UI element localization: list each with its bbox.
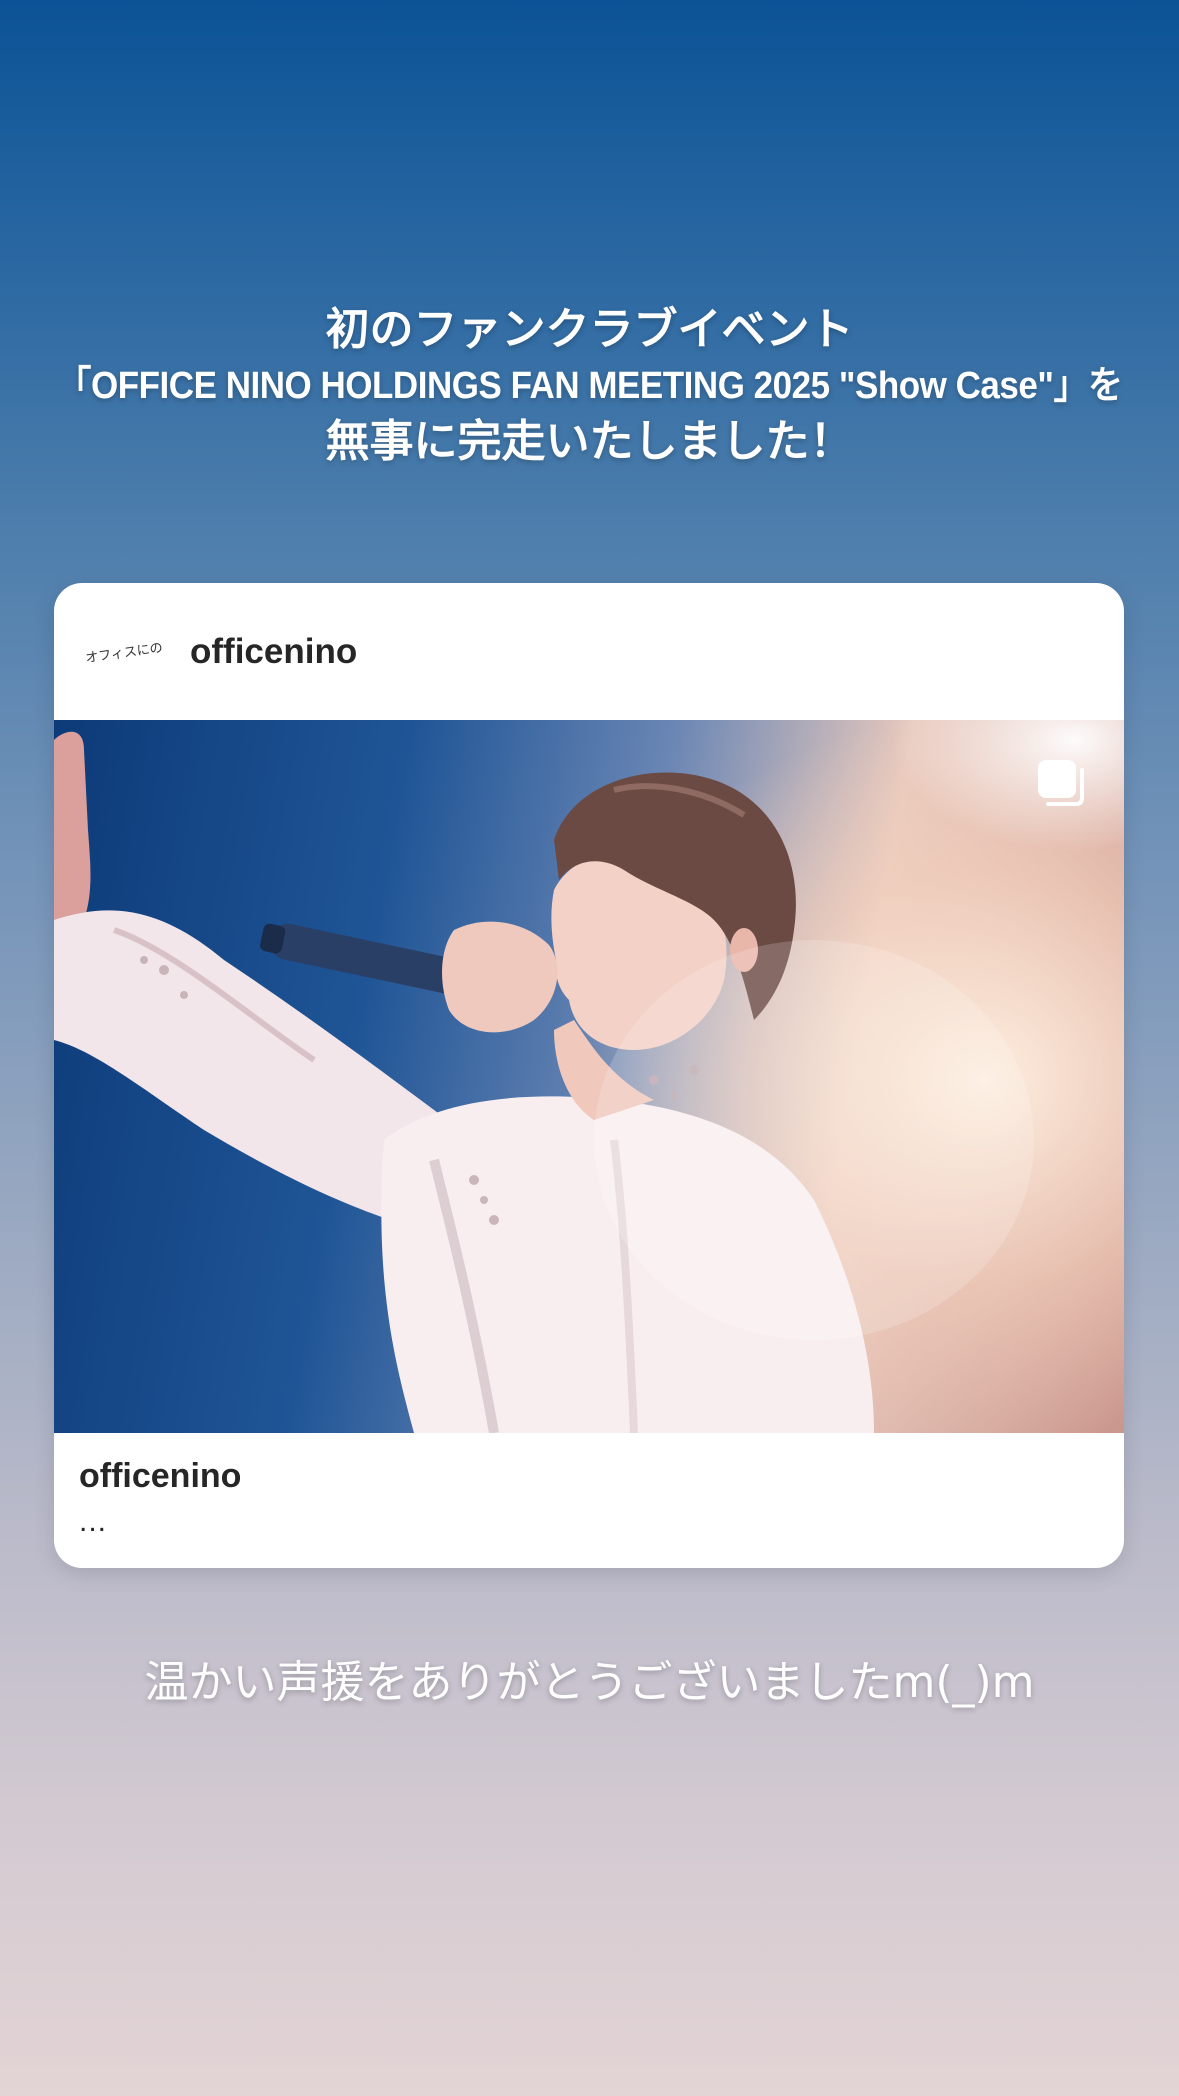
post-footer: officenino ... <box>54 1433 1124 1568</box>
story-headline: 初のファンクラブイベント 「OFFICE NINO HOLDINGS FAN M… <box>0 302 1179 470</box>
story-thanks-text: 温かい声援をありがとうございましたm(_)m <box>144 1657 1035 1708</box>
post-photo[interactable] <box>54 720 1124 1433</box>
header-username[interactable]: officenino <box>190 632 357 672</box>
headline-line-1: 初のファンクラブイベント <box>325 304 854 355</box>
post-header: オフィスにの officenino <box>54 583 1124 720</box>
headline-line-3: 無事に完走いたしました！ <box>325 416 854 467</box>
shared-post-card[interactable]: オフィスにの officenino officenino ... <box>54 583 1124 1568</box>
avatar-logo-text: オフィスにの <box>84 640 164 667</box>
caption-more[interactable]: ... <box>79 1505 107 1539</box>
avatar[interactable]: オフィスにの <box>76 603 172 700</box>
headline-line-2: 「OFFICE NINO HOLDINGS FAN MEETING 2025 "… <box>56 365 1123 407</box>
performer-photo <box>54 731 1034 1433</box>
carousel-multiple-icon <box>1038 760 1084 806</box>
footer-username[interactable]: officenino <box>79 1457 241 1496</box>
